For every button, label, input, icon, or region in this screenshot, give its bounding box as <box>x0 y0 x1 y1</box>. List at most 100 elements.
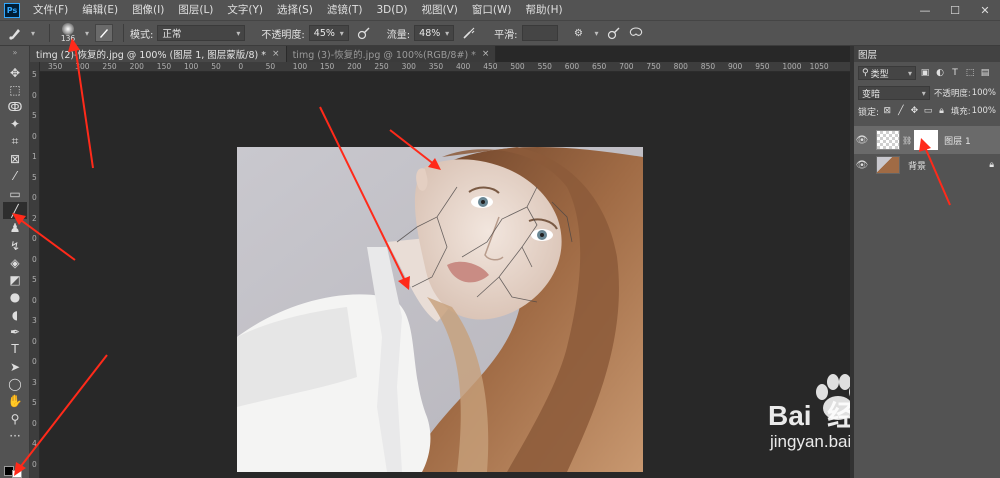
layers-title[interactable]: 图层 <box>858 47 877 61</box>
pressure-size-icon[interactable] <box>605 24 623 42</box>
pixel-filter-icon[interactable]: ▣ <box>919 67 931 79</box>
blur-tool[interactable]: ● <box>3 289 27 306</box>
link-icon[interactable]: ⛓ <box>902 136 912 145</box>
move-icon: ✥ <box>9 65 21 80</box>
menu-item[interactable]: 3D(D) <box>369 0 414 20</box>
path-select-tool[interactable]: ➤ <box>3 358 27 375</box>
marquee-tool[interactable]: ⬚ <box>3 81 27 98</box>
ruler-tick-label: 1050 <box>809 62 829 71</box>
layer-row-layer-1[interactable]: 👁︎ ⛓ 图层 1 <box>854 126 1000 154</box>
menu-item[interactable]: 文字(Y) <box>220 0 270 20</box>
gear-icon[interactable]: ⚙ <box>570 24 588 42</box>
menu-item[interactable]: 编辑(E) <box>75 0 125 20</box>
eye-icon[interactable]: 👁︎ <box>854 160 870 171</box>
crop-tool[interactable]: ⌗ <box>3 133 27 150</box>
type-icon: T <box>11 342 19 357</box>
brush-tool[interactable]: ╱ <box>3 202 27 220</box>
blend-mode-select[interactable]: 变暗 ▾ <box>858 86 930 100</box>
gradient-tool[interactable]: ◩ <box>3 272 27 289</box>
quick-select-tool[interactable]: ✦ <box>3 116 27 133</box>
lock-all-icon[interactable]: 🔒︎ <box>936 105 947 117</box>
lasso-tool[interactable]: ↂ <box>3 99 27 116</box>
flow-value: 48% <box>419 27 441 39</box>
chevron-down-icon[interactable]: ▾ <box>85 29 89 38</box>
menu-item[interactable]: 滤镜(T) <box>320 0 370 20</box>
ruler-tick-label: 150 <box>156 62 172 71</box>
mode-value: 正常 <box>162 29 182 40</box>
flow-input[interactable]: 48% ▾ <box>414 25 455 41</box>
chevron-down-icon[interactable]: ▾ <box>595 29 599 38</box>
menu-item[interactable]: 帮助(H) <box>519 0 570 20</box>
close-icon[interactable]: × <box>272 49 280 59</box>
brush-settings-icon[interactable] <box>95 24 114 42</box>
smoothing-input[interactable] <box>521 25 558 41</box>
lock-pixels-icon[interactable]: ╱ <box>896 105 907 117</box>
mode-select[interactable]: 正常 ▾ <box>157 25 246 41</box>
eye-icon[interactable]: 👁︎ <box>854 135 870 146</box>
horizontal-ruler[interactable]: 350 300 250 200 150 100 50 0 50 100 150 200 250 300 35… <box>40 62 850 72</box>
ruler-tick-label: 800 <box>673 62 688 71</box>
layer-mask-thumbnail[interactable] <box>914 130 939 150</box>
history-brush-icon: ↯ <box>9 238 21 253</box>
type-filter-icon[interactable]: T <box>949 67 961 79</box>
toolbar-grip[interactable]: » <box>0 46 30 60</box>
ruler-tick-label: 0 <box>238 62 244 71</box>
vertical-ruler[interactable]: 5 0 5 0 1 5 0 2 0 0 5 0 3 0 0 3 5 0 4 0 <box>30 62 40 478</box>
menu-item[interactable]: 图像(I) <box>125 0 171 20</box>
shape-tool[interactable]: ◯ <box>3 375 27 392</box>
tab-document-1[interactable]: timg (2)-恢复的.jpg @ 100% (图层 1, 图层蒙版/8) *… <box>30 46 287 62</box>
eraser-tool[interactable]: ◈ <box>3 254 27 271</box>
smart-object-filter-icon[interactable]: ▤ <box>979 67 991 79</box>
shape-filter-icon[interactable]: ⬚ <box>964 67 976 79</box>
airbrush-icon[interactable] <box>460 24 478 42</box>
pressure-opacity-icon[interactable] <box>355 24 373 42</box>
close-icon[interactable]: × <box>482 49 490 59</box>
menu-item[interactable]: 窗口(W) <box>465 0 519 20</box>
brush-preset-icon[interactable] <box>6 24 24 42</box>
lock-position-icon[interactable]: ✥ <box>909 105 920 117</box>
background-color-swatch[interactable] <box>12 470 22 478</box>
fill-value[interactable]: 100% <box>972 106 996 116</box>
maximize-button[interactable]: ☐ <box>940 0 970 20</box>
mores-icon: ··· <box>9 428 21 443</box>
lock-transparent-icon[interactable]: ⊠ <box>882 105 893 117</box>
minimize-button[interactable]: — <box>910 0 940 20</box>
layer-filter-value: 类型 <box>870 69 889 80</box>
close-button[interactable]: ✕ <box>970 0 1000 20</box>
healing-tool[interactable]: ▭ <box>3 185 27 202</box>
ruler-tick-label: 1000 <box>782 62 802 71</box>
ruler-tick-label: 300 <box>401 62 416 71</box>
brush-size-picker[interactable]: 136 <box>56 23 80 43</box>
menu-bar: Ps 文件(F) 编辑(E) 图像(I) 图层(L) 文字(Y) 选择(S) 滤镜(T) 3D… <box>0 0 1000 20</box>
pen-tool[interactable]: ✒ <box>3 324 27 341</box>
zoom-tool[interactable]: ⚲ <box>3 410 27 427</box>
menu-item[interactable]: 选择(S) <box>270 0 320 20</box>
stamp-icon: ♟ <box>9 221 21 236</box>
hand-tool[interactable]: ✋ <box>3 393 27 410</box>
menu-item[interactable]: 视图(V) <box>415 0 465 20</box>
opacity-value: 45% <box>313 27 335 39</box>
chevron-down-icon[interactable]: ▾ <box>31 29 35 38</box>
symmetry-icon[interactable] <box>627 24 645 42</box>
ruler-tick-label: 1 <box>32 152 37 161</box>
layer-filter-select[interactable]: ⚲ 类型 ▾ <box>858 66 916 80</box>
ruler-tick-label: 100 <box>184 62 199 71</box>
quick-select-icon: ✦ <box>9 117 21 132</box>
opacity-input[interactable]: 45% ▾ <box>308 25 349 41</box>
document-image[interactable] <box>237 147 643 472</box>
dodge-tool[interactable]: ◖ <box>3 306 27 323</box>
frame-tool[interactable]: ⊠ <box>3 151 27 168</box>
eyedropper-tool[interactable]: ⁄ <box>3 168 27 185</box>
type-tool[interactable]: T <box>3 341 27 358</box>
history-brush-tool[interactable]: ↯ <box>3 237 27 254</box>
adjustment-filter-icon[interactable]: ◐ <box>934 67 946 79</box>
layer-row-background[interactable]: 👁︎ 背景 🔒︎ <box>854 154 1000 176</box>
more-tools[interactable]: ··· <box>3 427 27 444</box>
tab-document-2[interactable]: timg (3)-恢复的.jpg @ 100%(RGB/8#) * × <box>286 46 497 62</box>
stamp-tool[interactable]: ♟ <box>3 220 27 237</box>
menu-item[interactable]: 文件(F) <box>26 0 75 20</box>
layer-opacity-value[interactable]: 100% <box>972 88 996 98</box>
menu-item[interactable]: 图层(L) <box>171 0 220 20</box>
lock-artboard-icon[interactable]: ▭ <box>923 105 934 117</box>
move-tool[interactable]: ✥ <box>3 64 27 81</box>
